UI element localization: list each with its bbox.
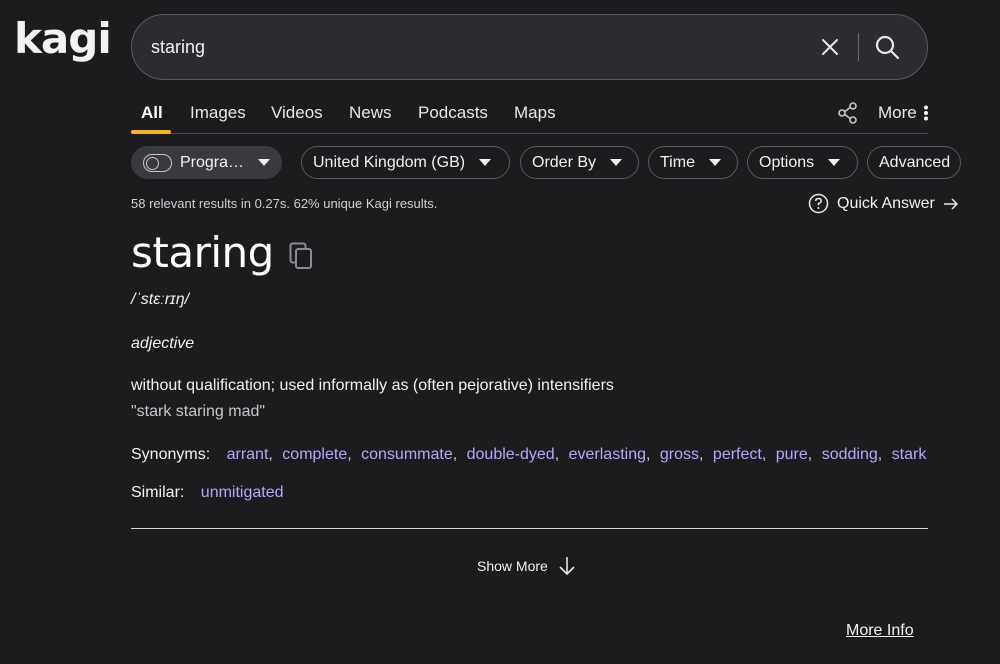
more-label: More xyxy=(878,103,917,122)
chevron-down-icon xyxy=(610,159,623,166)
tab-videos[interactable]: Videos xyxy=(271,103,323,123)
synonym-link[interactable]: gross xyxy=(660,446,699,463)
chevron-down-icon xyxy=(258,159,270,166)
kebab-icon xyxy=(923,105,928,121)
synonym-link[interactable]: consummate xyxy=(361,446,453,463)
programming-lens-toggle[interactable]: Progra… xyxy=(131,146,282,179)
similar-label: Similar: xyxy=(131,484,185,501)
help-circle-icon xyxy=(808,193,829,214)
chevron-down-icon xyxy=(828,159,841,166)
time-label: Time xyxy=(660,153,695,171)
options-select[interactable]: Options xyxy=(747,146,858,179)
tab-images[interactable]: Images xyxy=(190,103,246,123)
similar-row: Similar: unmitigated xyxy=(131,484,284,502)
quick-answer-button[interactable]: Quick Answer xyxy=(808,193,959,214)
advanced-button[interactable]: Advanced xyxy=(867,146,961,179)
tab-all[interactable]: All xyxy=(141,103,163,123)
toggle-icon xyxy=(143,153,172,172)
divider xyxy=(131,528,928,529)
active-tab-indicator xyxy=(131,130,171,134)
tab-more[interactable]: More xyxy=(878,103,929,123)
part-of-speech: adjective xyxy=(131,335,195,352)
region-label: United Kingdom (GB) xyxy=(313,153,466,171)
results-stats: 58 relevant results in 0.27s. 62% unique… xyxy=(131,196,438,211)
share-icon[interactable] xyxy=(837,102,859,129)
chevron-down-icon xyxy=(479,159,492,166)
synonyms-row: Synonyms: arrant, complete, consummate, … xyxy=(131,446,927,463)
search-tabs: All Images Videos News Podcasts Maps Mor… xyxy=(131,96,928,134)
order-by-select[interactable]: Order By xyxy=(520,146,639,179)
chevron-down-icon xyxy=(708,159,721,166)
clear-search-button[interactable] xyxy=(810,27,850,67)
synonym-link[interactable]: pure xyxy=(776,446,808,463)
pronunciation: /ˈstɛːrɪŋ/ xyxy=(131,291,190,308)
tab-maps[interactable]: Maps xyxy=(514,103,556,123)
synonym-link[interactable]: sodding xyxy=(822,446,878,463)
advanced-label: Advanced xyxy=(879,153,951,171)
search-input[interactable]: staring xyxy=(151,37,810,58)
show-more-button[interactable]: Show More xyxy=(477,555,576,577)
search-button[interactable] xyxy=(867,27,907,67)
definition-text: without qualification; used informally a… xyxy=(131,377,614,394)
definition-word: staring xyxy=(131,228,274,277)
quick-answer-label: Quick Answer xyxy=(837,194,935,212)
synonym-link[interactable]: double-dyed xyxy=(467,446,555,463)
synonym-link[interactable]: arrant xyxy=(227,446,269,463)
show-more-label: Show More xyxy=(477,558,548,574)
kagi-logo[interactable]: kagi xyxy=(14,14,112,63)
region-select[interactable]: United Kingdom (GB) xyxy=(301,146,510,179)
synonym-link[interactable]: stark xyxy=(892,446,927,463)
synonyms-label: Synonyms: xyxy=(131,446,211,463)
close-icon xyxy=(822,39,838,55)
more-info-link[interactable]: More Info xyxy=(846,622,914,640)
programming-label: Progra… xyxy=(179,153,244,171)
usage-example: "stark staring mad" xyxy=(131,403,266,420)
synonym-link[interactable]: perfect xyxy=(713,446,762,463)
search-icon xyxy=(875,35,900,60)
arrow-right-icon xyxy=(943,197,958,210)
order-by-label: Order By xyxy=(532,153,597,171)
tab-news[interactable]: News xyxy=(349,103,392,123)
synonym-link[interactable]: complete xyxy=(282,446,347,463)
copy-icon[interactable] xyxy=(288,241,314,276)
search-divider xyxy=(858,33,859,61)
options-label: Options xyxy=(759,153,815,171)
similar-link[interactable]: unmitigated xyxy=(201,484,284,501)
search-bar[interactable]: staring xyxy=(131,14,928,80)
arrow-down-icon xyxy=(559,557,575,576)
time-select[interactable]: Time xyxy=(648,146,738,179)
tab-podcasts[interactable]: Podcasts xyxy=(418,103,488,123)
synonym-link[interactable]: everlasting xyxy=(569,446,646,463)
